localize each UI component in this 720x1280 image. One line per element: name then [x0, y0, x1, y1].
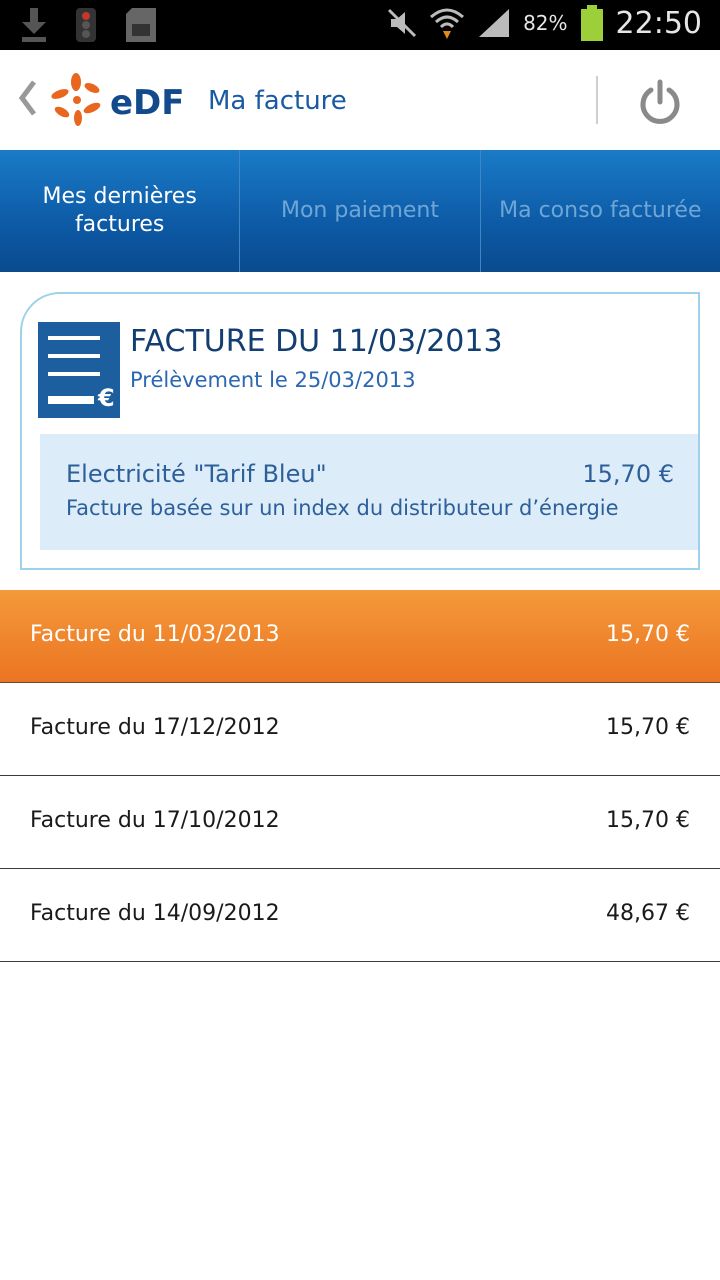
list-item[interactable]: Facture du 17/12/2012 15,70 € — [0, 683, 720, 776]
invoice-debit-date: Prélèvement le 25/03/2013 — [130, 368, 416, 392]
list-item-label: Facture du 14/09/2012 — [30, 901, 280, 926]
list-item[interactable]: Facture du 17/10/2012 15,70 € — [0, 776, 720, 869]
app-header: eDF Ma facture — [0, 50, 720, 150]
sd-card-icon — [126, 8, 156, 42]
edf-logo: eDF — [51, 73, 185, 126]
clock: 22:50 — [615, 5, 702, 41]
list-item[interactable]: Facture du 14/09/2012 48,67 € — [0, 869, 720, 962]
header-divider — [596, 76, 598, 124]
back-button[interactable] — [16, 78, 38, 127]
invoice-title: FACTURE DU 11/03/2013 — [130, 324, 503, 359]
status-right-icons: 82% 22:50 — [387, 4, 702, 42]
invoice-euro-icon: € — [38, 322, 120, 418]
svg-text:eDF: eDF — [110, 83, 185, 123]
page-title: Ma facture — [208, 86, 347, 116]
invoice-line-amount: 15,70 € — [582, 460, 674, 488]
battery-icon — [580, 5, 603, 41]
mute-icon — [388, 8, 417, 38]
download-icon — [22, 8, 46, 42]
invoice-line-box: Electricité "Tarif Bleu" 15,70 € Facture… — [40, 434, 698, 550]
tab-mon-paiement[interactable]: Mon paiement — [240, 150, 481, 272]
power-icon[interactable] — [636, 78, 684, 126]
list-item-amount: 15,70 € — [606, 622, 690, 647]
wifi-icon — [430, 8, 465, 39]
invoice-line-label: Electricité "Tarif Bleu" — [66, 460, 327, 488]
tab-ma-conso-facturee[interactable]: Ma conso facturée — [481, 150, 720, 272]
invoice-list: Facture du 11/03/2013 15,70 € Facture du… — [0, 590, 720, 962]
list-item-amount: 15,70 € — [606, 808, 690, 833]
invoice-detail-card: € FACTURE DU 11/03/2013 Prélèvement le 2… — [20, 292, 700, 570]
list-item-label: Facture du 17/12/2012 — [30, 715, 280, 740]
traffic-light-icon — [76, 8, 96, 42]
list-item-amount: 48,67 € — [606, 901, 690, 926]
list-item-label: Facture du 11/03/2013 — [30, 622, 280, 647]
status-left-icons — [20, 6, 158, 44]
list-item-amount: 15,70 € — [606, 715, 690, 740]
tab-bar: Mes dernières factures Mon paiement Ma c… — [0, 150, 720, 272]
battery-percent: 82% — [523, 11, 568, 35]
signal-icon — [479, 9, 510, 37]
list-item-label: Facture du 17/10/2012 — [30, 808, 280, 833]
status-bar: 82% 22:50 — [0, 0, 720, 50]
list-item[interactable]: Facture du 11/03/2013 15,70 € — [0, 590, 720, 683]
invoice-note: Facture basée sur un index du distribute… — [66, 496, 619, 520]
tab-mes-dernieres-factures[interactable]: Mes dernières factures — [0, 150, 241, 272]
chevron-left-icon — [18, 80, 36, 116]
